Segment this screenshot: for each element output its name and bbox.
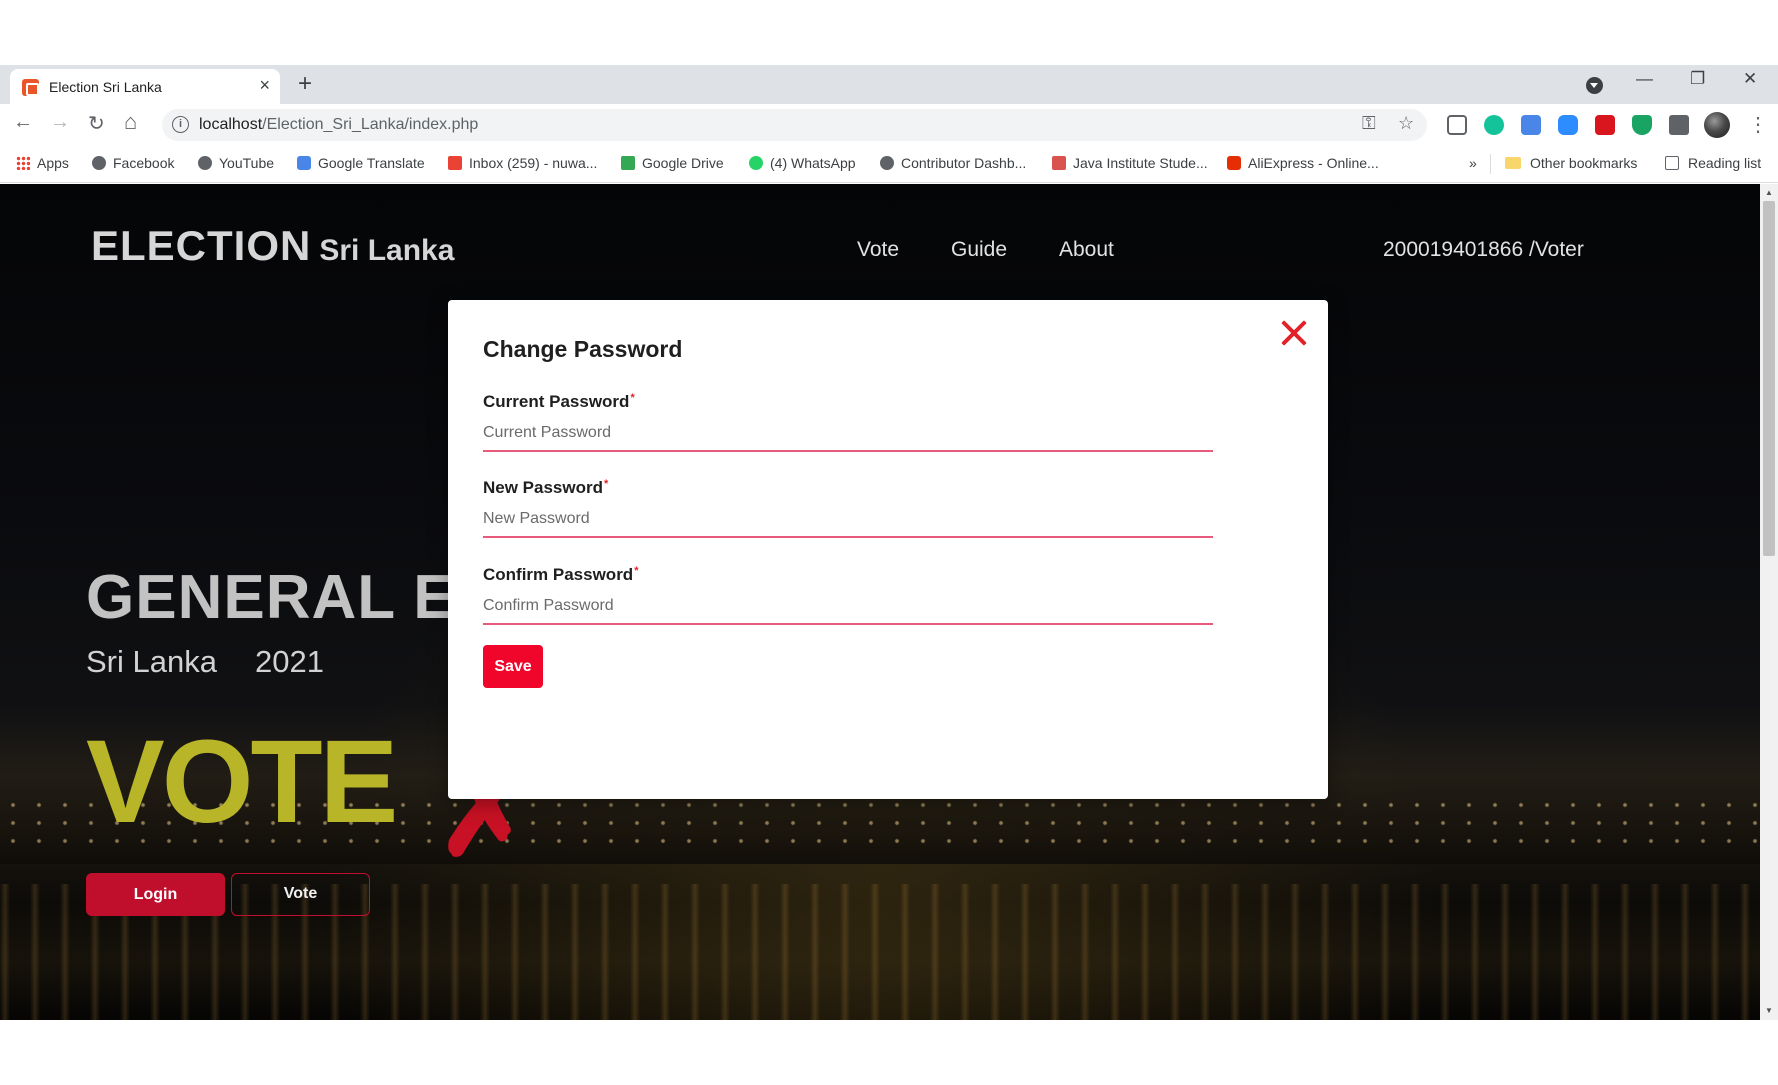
nav-about-link[interactable]: About (1059, 238, 1114, 262)
nav-vote-link[interactable]: Vote (857, 238, 899, 262)
scrollbar-thumb[interactable] (1763, 201, 1775, 556)
login-button[interactable]: Login (86, 873, 225, 916)
bookmark-gmail[interactable]: Inbox (259) - nuwa... (448, 155, 597, 171)
forward-icon[interactable]: → (50, 111, 70, 134)
new-password-input[interactable] (483, 508, 1213, 538)
site-favicon-icon (22, 79, 39, 96)
current-password-field: Current Password* (483, 392, 1213, 452)
vote-button[interactable]: Vote (231, 873, 370, 916)
new-password-field: New Password* (483, 478, 1213, 538)
restore-icon[interactable]: ❐ (1690, 69, 1705, 89)
translate-icon (297, 156, 311, 170)
site-info-icon[interactable]: i (172, 116, 189, 133)
minimize-icon[interactable]: — (1636, 69, 1653, 89)
hero-year: 2021 (254, 644, 324, 679)
required-mark: * (634, 565, 639, 577)
page-scrollbar[interactable]: ▲ ▼ (1760, 184, 1778, 1020)
browser-menu-icon[interactable]: ⋮ (1748, 112, 1768, 137)
reload-icon[interactable]: ↻ (88, 111, 105, 136)
bookmark-facebook[interactable]: Facebook (92, 155, 174, 171)
scroll-down-icon[interactable]: ▼ (1765, 1006, 1773, 1015)
grammarly-icon[interactable] (1484, 115, 1504, 135)
media-icon[interactable] (1447, 115, 1467, 135)
new-tab-icon[interactable]: + (298, 70, 312, 98)
key-icon[interactable]: ⚿ (1362, 113, 1376, 134)
nav-guide-link[interactable]: Guide (951, 238, 1007, 262)
globe-icon (92, 156, 106, 170)
window-close-icon[interactable]: ✕ (1743, 69, 1757, 89)
hero-subtitle: Sri Lanka 2021 (86, 644, 324, 680)
scroll-up-icon[interactable]: ▲ (1765, 188, 1773, 197)
reading-list[interactable]: Reading list (1665, 155, 1761, 171)
java-icon (1052, 156, 1066, 170)
new-password-label: New Password* (483, 478, 609, 497)
tab-close-icon[interactable]: × (259, 75, 270, 96)
current-password-input[interactable] (483, 422, 1213, 452)
bookmark-google-drive[interactable]: Google Drive (621, 155, 724, 171)
address-bar[interactable]: i localhost/Election_Sri_Lanka/index.php… (162, 109, 1427, 141)
bookmark-star-icon[interactable]: ☆ (1398, 113, 1414, 134)
bookmark-java-institute[interactable]: Java Institute Stude... (1052, 155, 1208, 171)
apps-grid-icon (16, 156, 30, 170)
translate-extension-icon[interactable] (1521, 115, 1541, 135)
site-logo[interactable]: ELECTION Sri Lanka (91, 222, 454, 270)
bookmark-aliexpress[interactable]: AliExpress - Online... (1227, 155, 1379, 171)
hero-country: Sri Lanka (86, 644, 217, 679)
home-icon[interactable]: ⌂ (124, 109, 137, 135)
shield-extension-icon[interactable] (1632, 115, 1652, 135)
folder-icon (1505, 157, 1521, 169)
hero-vote-word: VOTE (86, 716, 398, 848)
reading-list-icon (1665, 156, 1679, 170)
modal-title: Change Password (483, 336, 683, 362)
profile-avatar[interactable] (1704, 112, 1730, 138)
bookmark-contributor[interactable]: Contributor Dashb... (880, 155, 1026, 171)
browser-window: Election Sri Lanka × + — ❐ ✕ ← → ↻ ⌂ i l… (0, 0, 1778, 1085)
other-bookmarks[interactable]: Other bookmarks (1505, 155, 1637, 171)
url-text[interactable]: localhost/Election_Sri_Lanka/index.php (199, 116, 478, 134)
bookmark-apps[interactable]: Apps (16, 155, 69, 171)
user-id-label[interactable]: 200019401866 /Voter (1383, 238, 1584, 262)
whatsapp-icon (749, 156, 763, 170)
browser-tab[interactable]: Election Sri Lanka × (10, 69, 280, 104)
extensions-puzzle-icon[interactable] (1669, 115, 1689, 135)
bookmarks-overflow-icon[interactable]: » (1469, 155, 1477, 171)
save-button[interactable]: Save (483, 645, 543, 688)
page-viewport: ELECTION Sri Lanka Vote Guide About 20001… (0, 184, 1760, 1020)
current-password-label: Current Password* (483, 392, 635, 411)
bookmarks-bar: Apps Facebook YouTube Google Translate I… (0, 146, 1778, 183)
required-mark: * (604, 478, 609, 490)
browser-toolbar: ← → ↻ ⌂ i localhost/Election_Sri_Lanka/i… (0, 104, 1778, 146)
pdf-icon[interactable] (1595, 115, 1615, 135)
back-icon[interactable]: ← (13, 111, 33, 134)
tab-title: Election Sri Lanka (49, 79, 162, 95)
zoom-icon[interactable] (1558, 115, 1578, 135)
bookmarks-divider (1490, 154, 1491, 174)
required-mark: * (630, 392, 635, 404)
tab-search-icon[interactable] (1586, 77, 1603, 94)
close-icon[interactable] (1277, 316, 1311, 350)
bookmark-google-translate[interactable]: Google Translate (297, 155, 425, 171)
globe-icon (880, 156, 894, 170)
drive-icon (621, 156, 635, 170)
bookmark-youtube[interactable]: YouTube (198, 155, 274, 171)
aliexpress-icon (1227, 156, 1241, 170)
confirm-password-input[interactable] (483, 595, 1213, 625)
confirm-password-field: Confirm Password* (483, 565, 1213, 625)
gmail-icon (448, 156, 462, 170)
bookmark-whatsapp[interactable]: (4) WhatsApp (749, 155, 856, 171)
tab-strip: Election Sri Lanka × + — ❐ ✕ (0, 65, 1778, 104)
change-password-modal: Change Password Current Password* New Pa… (448, 300, 1328, 799)
globe-icon (198, 156, 212, 170)
confirm-password-label: Confirm Password* (483, 565, 639, 584)
